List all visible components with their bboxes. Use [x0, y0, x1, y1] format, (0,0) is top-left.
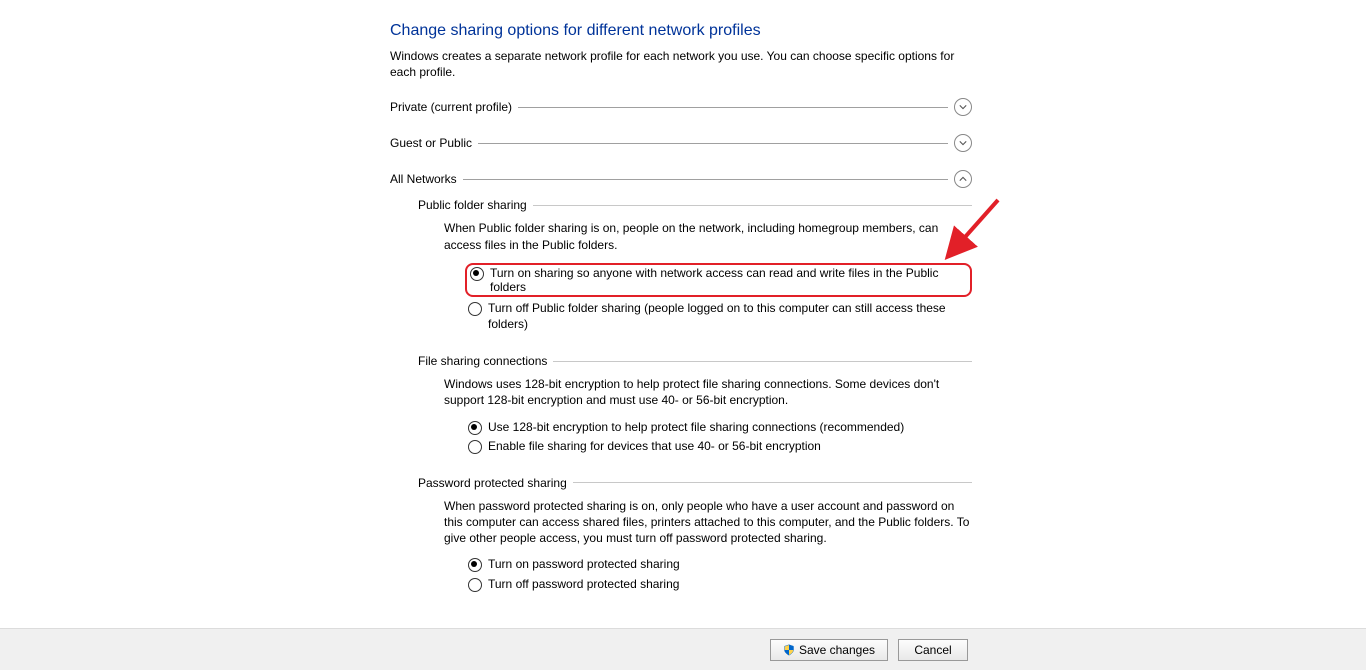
radio-row-128bit[interactable]: Use 128-bit encryption to help protect f…	[468, 419, 972, 435]
save-changes-label: Save changes	[799, 643, 875, 657]
radio-row-public-off[interactable]: Turn off Public folder sharing (people l…	[468, 300, 972, 332]
divider	[533, 205, 972, 206]
radio-public-on-label[interactable]: Turn on sharing so anyone with network a…	[490, 266, 967, 294]
radio-row-4056bit[interactable]: Enable file sharing for devices that use…	[468, 438, 972, 454]
radio-4056bit-label[interactable]: Enable file sharing for devices that use…	[488, 438, 972, 454]
radio-password-off-label[interactable]: Turn off password protected sharing	[488, 576, 972, 592]
divider	[463, 179, 948, 180]
cancel-label: Cancel	[914, 643, 951, 657]
radio-row-password-on[interactable]: Turn on password protected sharing	[468, 556, 972, 572]
shield-icon	[783, 644, 795, 656]
divider	[518, 107, 948, 108]
public-folder-sharing-desc: When Public folder sharing is on, people…	[444, 220, 972, 252]
section-private-label: Private (current profile)	[390, 100, 512, 114]
page-description: Windows creates a separate network profi…	[390, 48, 972, 80]
section-guest[interactable]: Guest or Public	[390, 134, 972, 152]
password-sharing-label: Password protected sharing	[418, 476, 567, 490]
radio-public-off[interactable]	[468, 302, 482, 316]
radio-password-on[interactable]	[468, 558, 482, 572]
chevron-up-icon[interactable]	[954, 170, 972, 188]
save-changes-button[interactable]: Save changes	[770, 639, 888, 661]
divider	[553, 361, 972, 362]
radio-public-on[interactable]	[470, 267, 484, 281]
settings-panel: Change sharing options for different net…	[390, 22, 972, 595]
password-sharing-desc: When password protected sharing is on, o…	[444, 498, 972, 547]
section-private[interactable]: Private (current profile)	[390, 98, 972, 116]
section-all-networks[interactable]: All Networks	[390, 170, 972, 188]
section-guest-label: Guest or Public	[390, 136, 472, 150]
public-folder-sharing-header: Public folder sharing	[418, 198, 972, 212]
file-sharing-header: File sharing connections	[418, 354, 972, 368]
footer-bar: Save changes Cancel	[0, 628, 1366, 670]
radio-128bit[interactable]	[468, 421, 482, 435]
chevron-down-icon[interactable]	[954, 134, 972, 152]
radio-4056bit[interactable]	[468, 440, 482, 454]
file-sharing-desc: Windows uses 128-bit encryption to help …	[444, 376, 972, 408]
public-folder-sharing-label: Public folder sharing	[418, 198, 527, 212]
chevron-down-icon[interactable]	[954, 98, 972, 116]
password-sharing-header: Password protected sharing	[418, 476, 972, 490]
radio-public-off-label[interactable]: Turn off Public folder sharing (people l…	[488, 300, 972, 332]
radio-row-password-off[interactable]: Turn off password protected sharing	[468, 576, 972, 592]
radio-128bit-label[interactable]: Use 128-bit encryption to help protect f…	[488, 419, 972, 435]
section-all-networks-label: All Networks	[390, 172, 457, 186]
file-sharing-label: File sharing connections	[418, 354, 547, 368]
divider	[573, 482, 972, 483]
divider	[478, 143, 948, 144]
all-networks-body: Public folder sharing When Public folder…	[418, 198, 972, 591]
radio-password-off[interactable]	[468, 578, 482, 592]
cancel-button[interactable]: Cancel	[898, 639, 968, 661]
radio-password-on-label[interactable]: Turn on password protected sharing	[488, 556, 972, 572]
page-title: Change sharing options for different net…	[390, 22, 972, 40]
highlighted-option: Turn on sharing so anyone with network a…	[465, 263, 972, 297]
